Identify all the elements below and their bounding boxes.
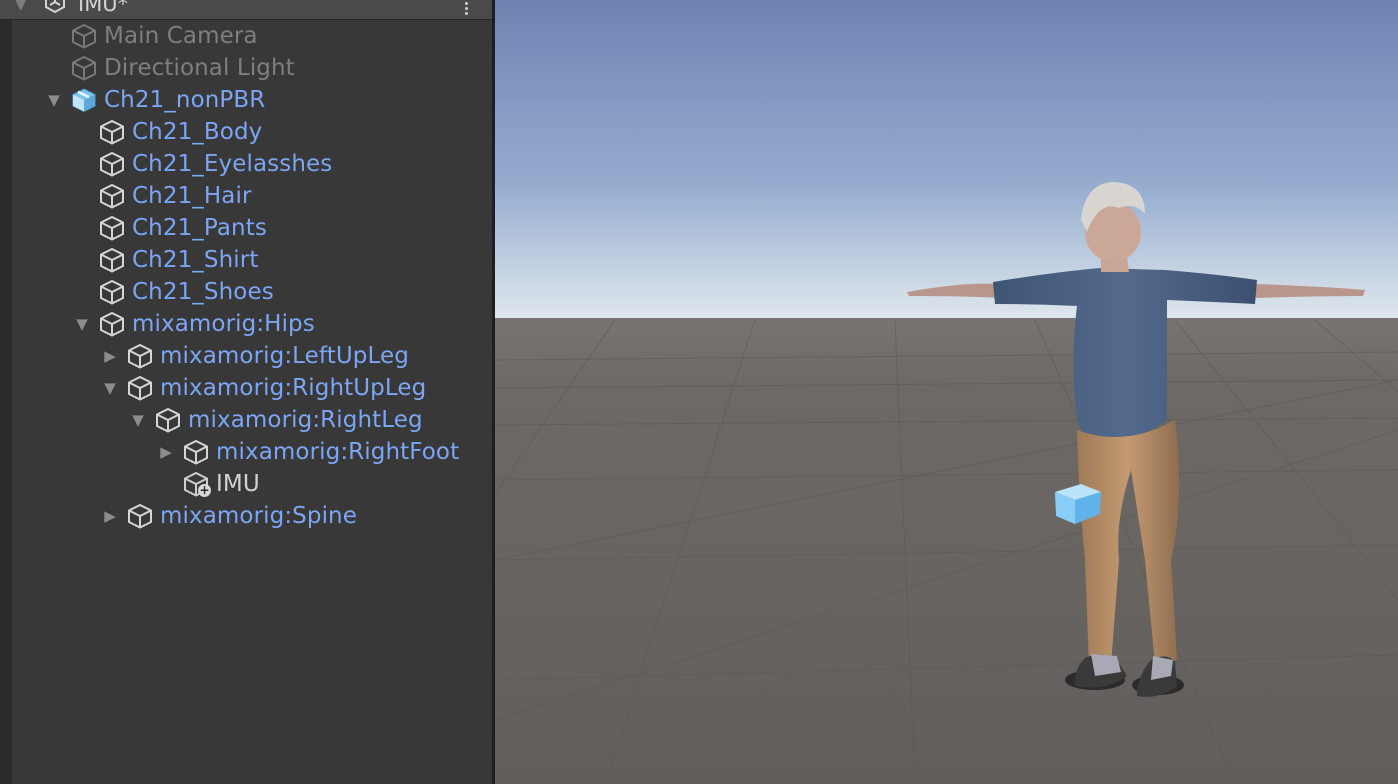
hierarchy-item[interactable]: Ch21_Eyelasshes (98, 148, 332, 180)
hierarchy-item-label: mixamorig:RightFoot (216, 439, 460, 465)
hierarchy-item[interactable]: Ch21_Body (98, 116, 262, 148)
gameobject-icon (98, 214, 126, 242)
gameobject-icon (98, 182, 126, 210)
hierarchy-item[interactable]: ▼ mixamorig:RightLeg (132, 404, 423, 436)
hierarchy-item-label: Ch21_Shoes (132, 279, 274, 305)
kebab-menu-icon[interactable] (461, 0, 471, 18)
hierarchy-gutter (0, 0, 12, 784)
gameobject-icon (182, 438, 210, 466)
gameobject-icon (98, 278, 126, 306)
hierarchy-item[interactable]: ▼ mixamorig:RightUpLeg (104, 372, 427, 404)
hierarchy-item[interactable]: Ch21_Hair (98, 180, 252, 212)
scene-header[interactable]: ▼ IMU* (0, 0, 492, 20)
hierarchy-item-label: Ch21_Pants (132, 215, 267, 241)
hierarchy-item[interactable]: Ch21_Shirt (98, 244, 258, 276)
gameobject-icon (126, 502, 154, 530)
hierarchy-item[interactable]: ▶ mixamorig:RightFoot (160, 436, 460, 468)
hierarchy-item[interactable]: ▼ mixamorig:Hips (76, 308, 315, 340)
unity-scene-icon (45, 0, 65, 13)
hierarchy-item[interactable]: ▶ mixamorig:Spine (104, 500, 357, 532)
gameobject-icon (70, 54, 98, 82)
scene-expand-arrow-icon[interactable]: ▼ (15, 0, 27, 14)
gameobject-icon (98, 310, 126, 338)
hierarchy-item[interactable]: ▼ Ch21_nonPBR (48, 84, 266, 116)
expand-arrow-icon[interactable]: ▼ (44, 90, 64, 110)
added-plus-icon: + (198, 483, 211, 497)
gameobject-icon (126, 342, 154, 370)
prefab-icon (70, 86, 98, 114)
gameobject-icon (126, 374, 154, 402)
collapse-arrow-icon[interactable]: ▶ (156, 442, 176, 462)
collapse-arrow-icon[interactable]: ▶ (100, 506, 120, 526)
hierarchy-item-label: mixamorig:Hips (132, 311, 315, 337)
gameobject-added-icon: + (182, 470, 211, 498)
hierarchy-item-label: mixamorig:RightLeg (188, 407, 423, 433)
gameobject-icon (98, 118, 126, 146)
hierarchy-item-label: Directional Light (104, 55, 295, 81)
hierarchy-panel: ▼ IMU* Main Camera Directional Light ▼ Ch21… (0, 0, 492, 784)
expand-arrow-icon[interactable]: ▼ (100, 378, 120, 398)
hierarchy-item[interactable]: Ch21_Shoes (98, 276, 274, 308)
collapse-arrow-icon[interactable]: ▶ (100, 346, 120, 366)
hierarchy-item-label: Ch21_Hair (132, 183, 252, 209)
scene-viewport[interactable] (495, 0, 1398, 784)
expand-arrow-icon[interactable]: ▼ (72, 314, 92, 334)
hierarchy-item-label: Ch21_Eyelasshes (132, 151, 333, 177)
hierarchy-item[interactable]: + IMU (182, 468, 260, 500)
expand-arrow-icon[interactable]: ▼ (128, 410, 148, 430)
hierarchy-item[interactable]: Main Camera (70, 20, 258, 52)
hierarchy-item[interactable]: ▶ mixamorig:LeftUpLeg (104, 340, 409, 372)
gameobject-icon (98, 150, 126, 178)
hierarchy-item-label: Ch21_nonPBR (104, 87, 266, 113)
ground-plane (495, 318, 1398, 784)
hierarchy-item-label: IMU (216, 471, 260, 497)
hierarchy-item-label: mixamorig:LeftUpLeg (160, 343, 409, 369)
gameobject-icon (98, 246, 126, 274)
hierarchy-item-label: mixamorig:Spine (160, 503, 357, 529)
hierarchy-item-label: Ch21_Shirt (132, 247, 259, 273)
hierarchy-item[interactable]: Ch21_Pants (98, 212, 267, 244)
hierarchy-item-label: Main Camera (104, 23, 258, 49)
hierarchy-item[interactable]: Directional Light (70, 52, 295, 84)
gameobject-icon (70, 22, 98, 50)
hierarchy-item-label: mixamorig:RightUpLeg (160, 375, 427, 401)
hierarchy-item-label: Ch21_Body (132, 119, 263, 145)
scene-title: IMU* (78, 0, 129, 16)
gameobject-icon (154, 406, 182, 434)
scene-view[interactable] (495, 0, 1398, 784)
